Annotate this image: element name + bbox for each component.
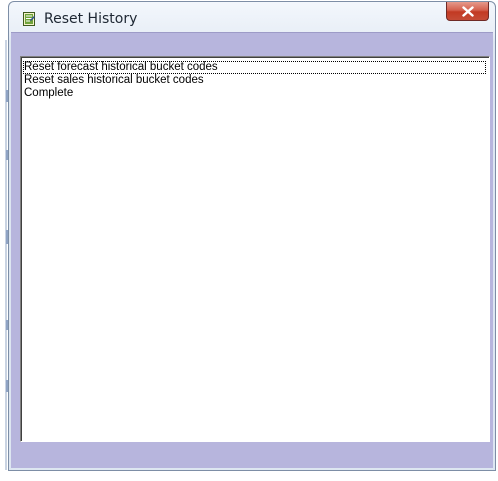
- list-item[interactable]: Reset forecast historical bucket codes: [23, 61, 486, 74]
- list-item[interactable]: Complete: [23, 87, 489, 100]
- history-list: Reset forecast historical bucket codes R…: [21, 57, 489, 100]
- dialog-client-area: Reset forecast historical bucket codes R…: [11, 32, 493, 468]
- window-title: Reset History: [44, 11, 138, 27]
- reset-history-window: Reset History Reset forecast historical …: [8, 1, 496, 471]
- document-icon: [23, 12, 35, 26]
- close-button[interactable]: [446, 2, 489, 21]
- list-item[interactable]: Reset sales historical bucket codes: [23, 74, 489, 87]
- history-listbox[interactable]: Reset forecast historical bucket codes R…: [20, 56, 490, 442]
- background-window-edge: [5, 40, 8, 470]
- close-icon: [461, 5, 474, 17]
